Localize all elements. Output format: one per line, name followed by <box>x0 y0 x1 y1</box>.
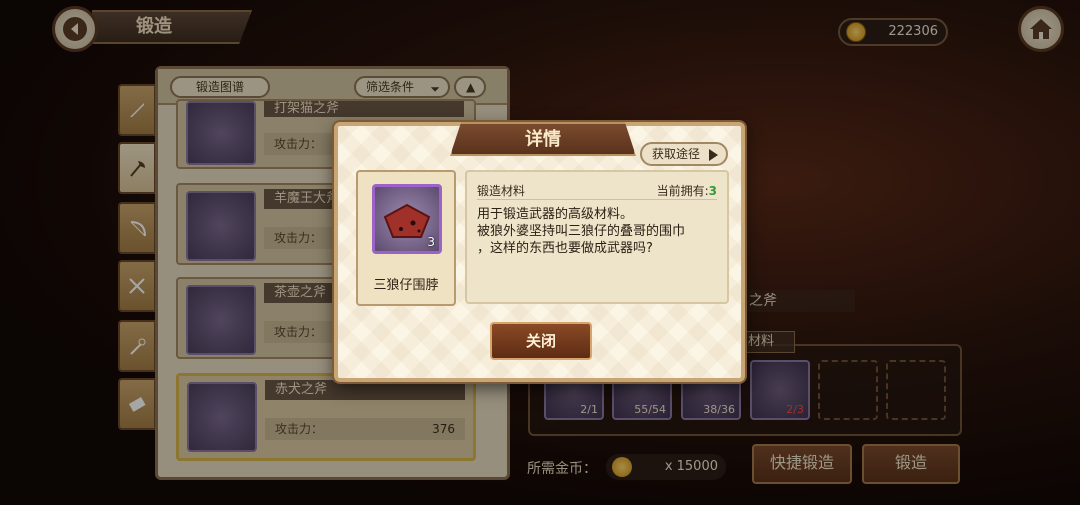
owned-value: 3 <box>708 184 717 198</box>
owned-count: 当前拥有:3 <box>657 182 717 199</box>
description-line: 用于锻造武器的高级材料。 <box>477 207 634 222</box>
scarf-icon: 3 <box>372 184 442 254</box>
item-description: 用于锻造武器的高级材料。 被狼外婆坚持叫三狼仔的叠哥的围巾 ，这样的东西也要做成… <box>477 206 717 257</box>
description-header: 锻造材料 当前拥有:3 <box>477 182 717 200</box>
description-box: 锻造材料 当前拥有:3 用于锻造武器的高级材料。 被狼外婆坚持叫三狼仔的叠哥的围… <box>465 170 729 304</box>
description-line: ，这样的东西也要做成武器吗? <box>477 241 653 256</box>
section-label: 锻造材料 <box>477 184 526 198</box>
modal-title: 详情 <box>450 122 636 156</box>
get-path-button[interactable]: 获取途径 <box>640 142 728 166</box>
detail-modal: 详情 获取途径 3 三狼仔围脖 锻造材料 当前拥有:3 用于锻造武器的高级材料。… <box>334 122 745 382</box>
item-card: 3 三狼仔围脖 <box>356 170 456 306</box>
get-path-label: 获取途径 <box>652 147 701 161</box>
owned-label: 当前拥有: <box>656 184 709 198</box>
item-name: 三狼仔围脖 <box>373 278 439 293</box>
description-line: 被狼外婆坚持叫三狼仔的叠哥的围巾 <box>477 224 686 239</box>
item-count: 3 <box>427 235 435 249</box>
play-arrow-icon <box>709 149 718 161</box>
close-button[interactable]: 关闭 <box>490 322 592 360</box>
